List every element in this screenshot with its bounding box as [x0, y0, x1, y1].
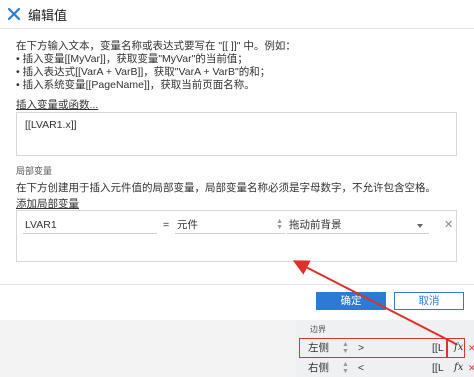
intro-text: 在下方输入文本，变量名称或表达式要写在 "[[ ]]" 中。例如： • 插入变量… — [16, 40, 296, 92]
delete-local-var-button[interactable]: ✕ — [444, 217, 453, 233]
local-var-target-value: 拖动前背景 — [289, 219, 342, 231]
updown-spinner-icon: ▲ ▼ — [276, 218, 283, 231]
footer-divider — [0, 284, 474, 285]
boundary-operator-select[interactable]: > — [354, 340, 428, 356]
local-var-type-value: 元件 — [177, 219, 198, 231]
updown-spinner-icon: ▲ ▼ — [342, 341, 349, 355]
local-vars-table: LVAR1 = 元件 ▲ ▼ 拖动前背景 ✕ — [16, 210, 457, 262]
local-var-name-input[interactable]: LVAR1 — [23, 217, 157, 234]
updown-spinner-icon: ▲ ▼ — [342, 361, 349, 375]
ok-button[interactable]: 确定 — [316, 292, 386, 310]
local-var-name-value: LVAR1 — [25, 219, 57, 231]
local-var-type-select[interactable]: 元件 ▲ ▼ — [175, 217, 285, 234]
intro-line: • 插入系统变量[[PageName]]，获取当前页面名称。 — [16, 79, 255, 91]
axure-logo-icon — [7, 7, 21, 21]
equals-sign: = — [163, 219, 170, 231]
boundary-side-select[interactable]: 右侧 — [304, 360, 346, 376]
dialog-title: 编辑值 — [28, 8, 68, 23]
local-var-target-select[interactable]: 拖动前背景 — [287, 217, 429, 234]
local-vars-section-label: 局部变量 — [16, 166, 53, 176]
fx-icon[interactable]: fx — [454, 360, 463, 376]
boundary-operator-select[interactable]: < — [354, 360, 428, 376]
intro-line: 在下方输入文本，变量名称或表达式要写在 "[[ ]]" 中。例如： — [16, 40, 296, 52]
expression-value: [[LVAR1.x]] — [25, 119, 77, 131]
insert-variable-link[interactable]: 插入变量或函数... — [16, 97, 98, 112]
dropdown-arrow-icon — [417, 224, 423, 228]
fx-icon[interactable]: fx — [454, 340, 463, 356]
cancel-button[interactable]: 取消 — [394, 292, 464, 310]
local-vars-description: 在下方创建用于插入元件值的局部变量，局部变量名称必须是字母数字，不允许包含空格。 — [16, 182, 436, 194]
expression-editor[interactable]: [[LVAR1.x]] — [16, 112, 457, 156]
boundary-value-input[interactable]: [[L — [432, 360, 446, 376]
add-local-variable-link[interactable]: 添加局部变量 — [16, 196, 79, 211]
intro-line: • 插入表达式[[VarA + VarB]]，获取"VarA + VarB"的和… — [16, 66, 271, 78]
intro-line: • 插入变量[[MyVar]]，获取变量"MyVar"的当前值； — [16, 53, 248, 65]
delete-icon[interactable]: ✕ — [468, 360, 474, 376]
boundary-value-input[interactable]: [[L — [432, 340, 446, 356]
boundary-panel: 边界 左侧 ▲ ▼ > [[L fx ✕ 右侧 ▲ ▼ < [[L fx ✕ — [296, 320, 474, 377]
dialog-titlebar: 编辑值 — [0, 0, 474, 29]
boundary-label: 边界 — [310, 325, 326, 334]
boundary-side-select[interactable]: 左侧 — [304, 340, 346, 356]
delete-icon[interactable]: ✕ — [468, 340, 474, 356]
